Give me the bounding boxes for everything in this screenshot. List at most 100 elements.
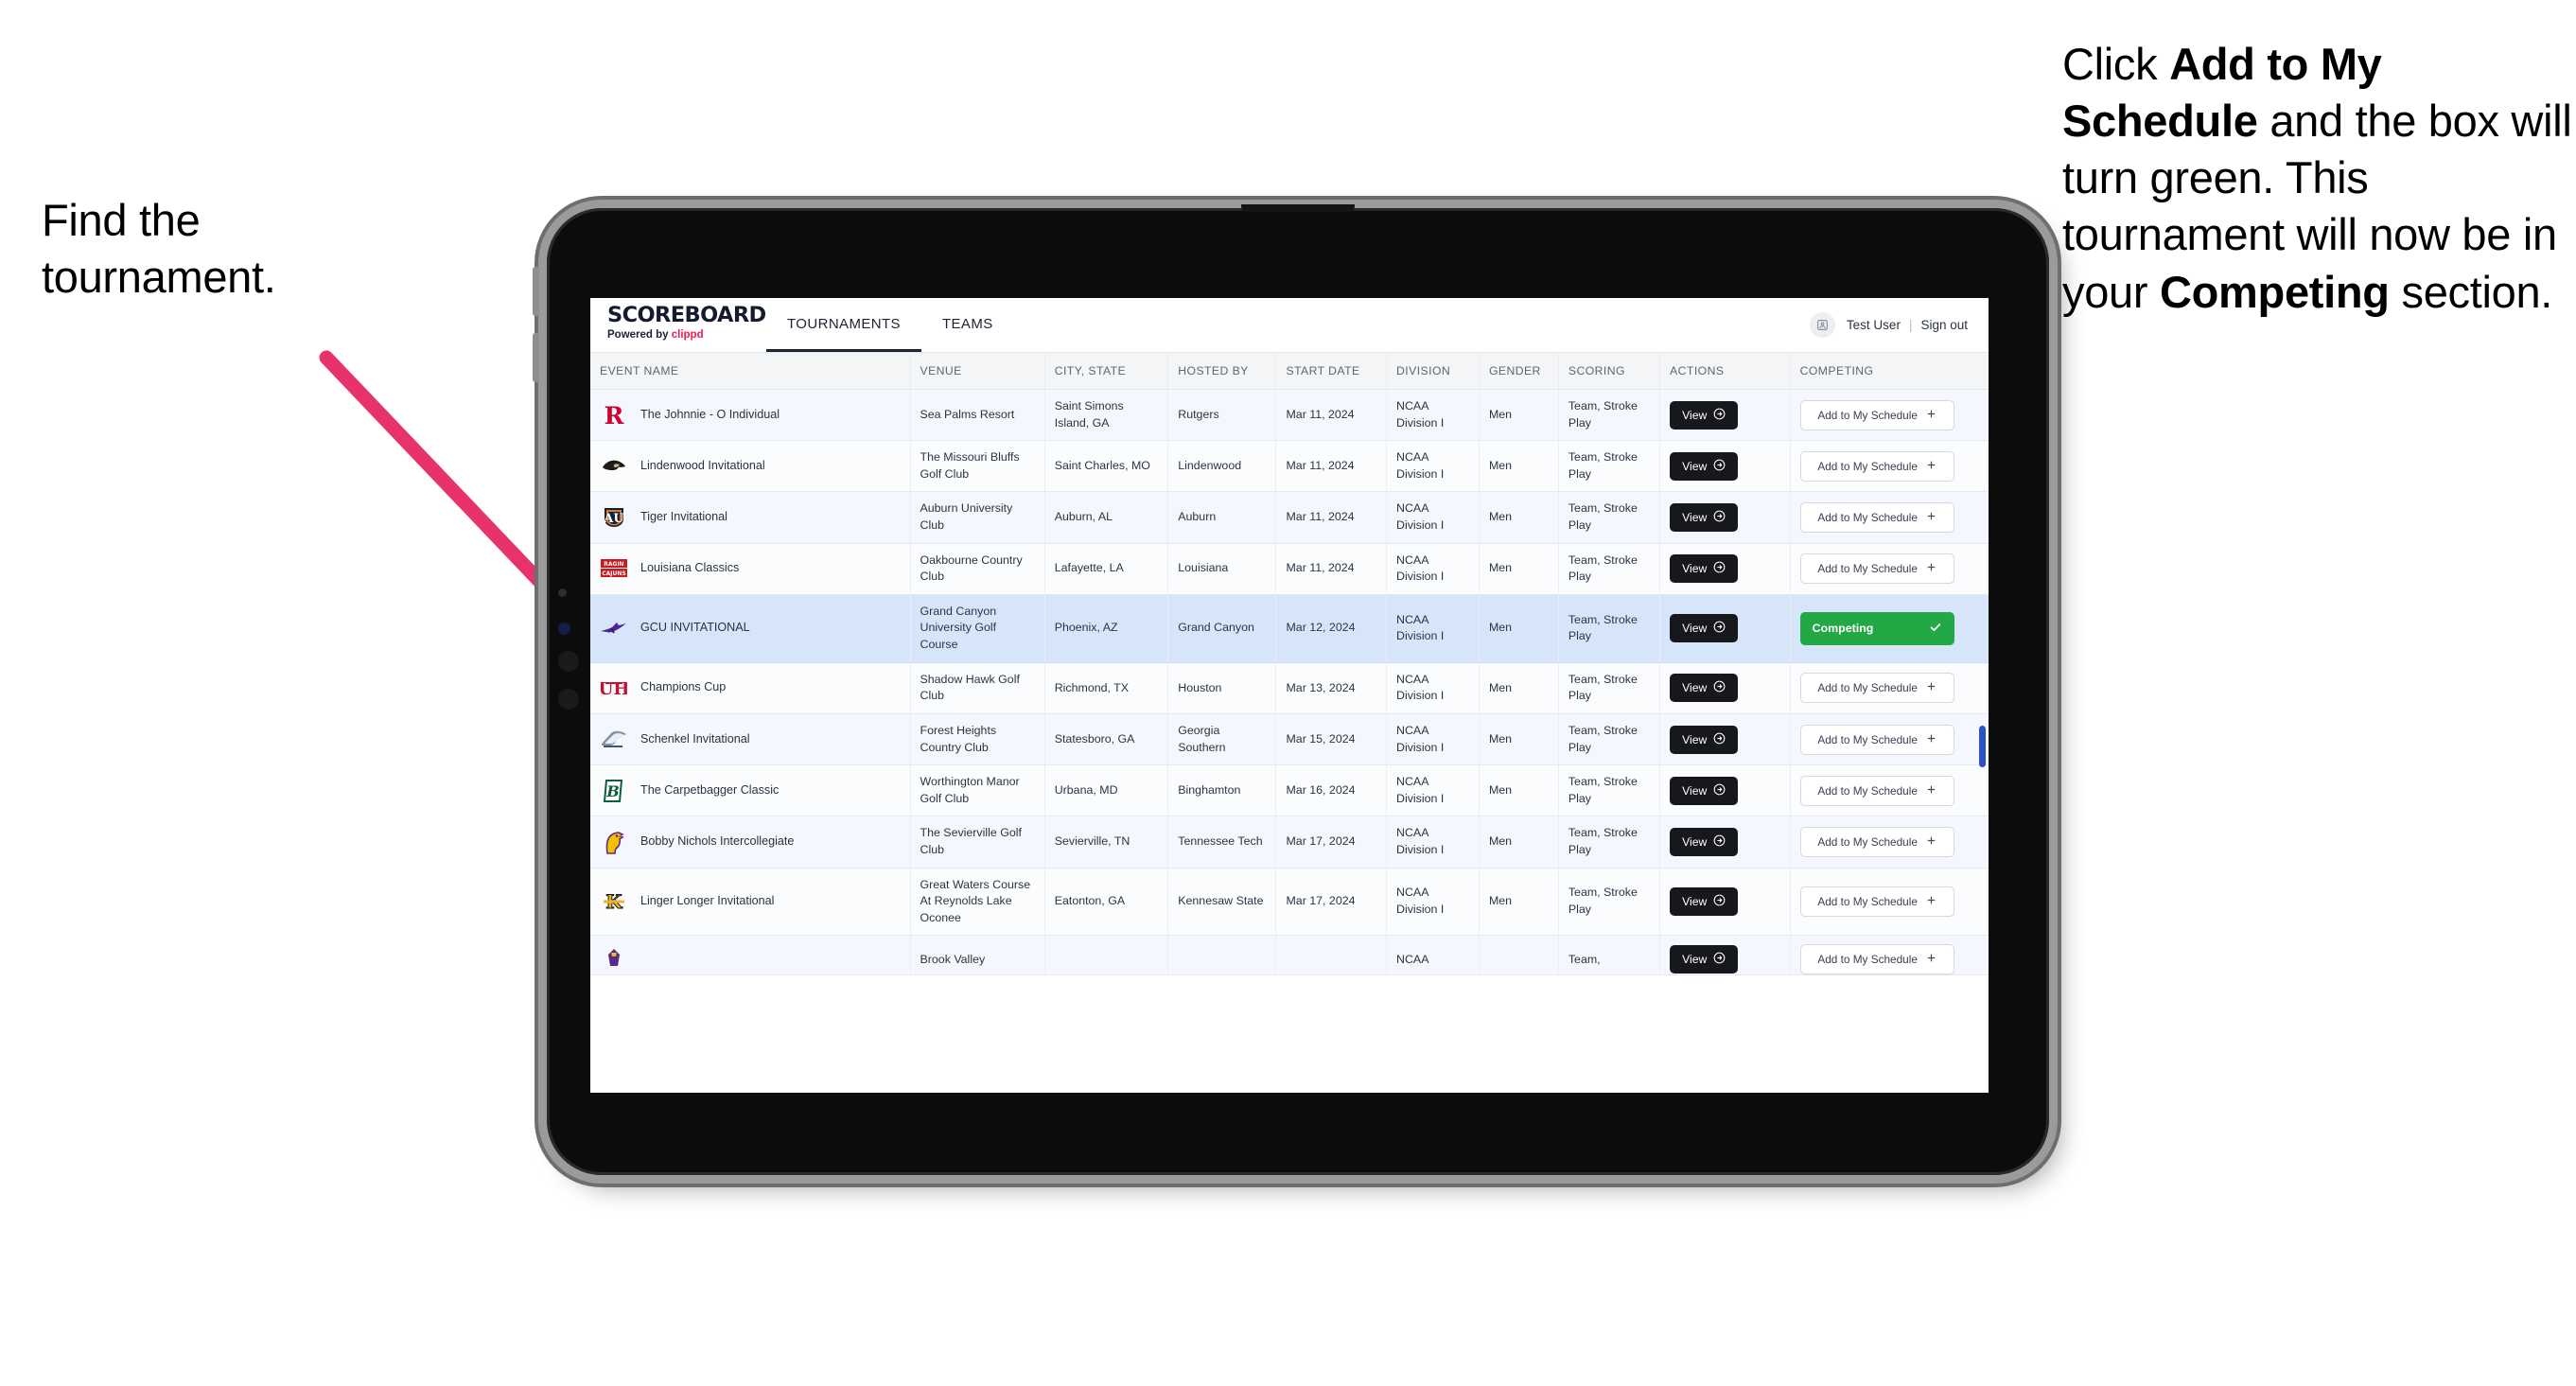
brand-subtitle: Powered by clippd	[607, 329, 766, 341]
sign-out-link[interactable]: Sign out	[1920, 318, 1968, 332]
cell-event-name: RAGIN CAJUNS Louisiana Classics	[590, 543, 911, 595]
view-button-label: View	[1682, 953, 1708, 967]
view-button[interactable]: View	[1670, 554, 1739, 584]
cell-gender: Men	[1479, 713, 1559, 766]
cell-actions: View	[1659, 491, 1791, 544]
table-row[interactable]: Lindenwood Invitational The Missouri Blu…	[590, 440, 1989, 493]
cell-actions: View	[1659, 662, 1791, 714]
cell-scoring: Team, Stroke Play	[1558, 440, 1661, 493]
add-to-my-schedule-button[interactable]: Add to My Schedule	[1799, 502, 1954, 534]
add-to-my-schedule-button[interactable]: Add to My Schedule	[1799, 673, 1954, 704]
add-to-my-schedule-button[interactable]: Add to My Schedule	[1799, 886, 1954, 917]
table-row[interactable]: AU Tiger Invitational Auburn University …	[590, 491, 1989, 544]
brand-logo[interactable]: SCOREBOARD Powered by clippd	[590, 298, 766, 352]
plus-icon	[1926, 460, 1936, 473]
sensor-dot-icon	[558, 588, 567, 597]
cell-event-name: Bobby Nichols Intercollegiate	[590, 816, 911, 868]
rutgers-logo: R	[600, 401, 628, 430]
table-row[interactable]: RAGIN CAJUNS Louisiana Classics Oakbourne…	[590, 543, 1989, 595]
table-row[interactable]: GCU INVITATIONAL Grand Canyon University…	[590, 594, 1989, 663]
tab-tournaments[interactable]: TOURNAMENTS	[766, 298, 921, 352]
view-button[interactable]: View	[1670, 614, 1739, 643]
view-button[interactable]: View	[1670, 827, 1739, 856]
user-name: Test User	[1846, 318, 1901, 332]
column-header-scoring[interactable]: SCORING	[1558, 353, 1661, 390]
column-header-hosted-by[interactable]: HOSTED BY	[1167, 353, 1277, 390]
speaker-hole-icon	[558, 651, 579, 672]
plus-icon	[1926, 784, 1936, 798]
view-button[interactable]: View	[1670, 674, 1739, 703]
annotation-right-seg1: Click	[2062, 39, 2170, 89]
event-name-label: GCU INVITATIONAL	[640, 621, 750, 635]
add-to-my-schedule-label: Add to My Schedule	[1817, 408, 1918, 422]
arrow-circle-right-icon	[1713, 561, 1726, 576]
cell-start-date: Mar 17, 2024	[1275, 816, 1388, 868]
tab-teams[interactable]: TEAMS	[921, 298, 1014, 352]
cell-start-date: Mar 16, 2024	[1275, 764, 1388, 817]
column-header-city-state[interactable]: CITY, STATE	[1044, 353, 1169, 390]
view-button[interactable]: View	[1670, 776, 1739, 805]
vertical-scrollbar[interactable]	[1979, 726, 1986, 767]
view-button[interactable]: View	[1670, 725, 1739, 754]
event-name-label: The Johnnie - O Individual	[640, 407, 780, 421]
view-button[interactable]: View	[1670, 886, 1739, 916]
column-header-division[interactable]: DIVISION	[1386, 353, 1480, 390]
column-header-event-name[interactable]: EVENT NAME	[590, 353, 911, 390]
column-header-actions[interactable]: ACTIONS	[1659, 353, 1791, 390]
add-to-my-schedule-button[interactable]: Add to My Schedule	[1799, 724, 1954, 755]
cell-venue: Brook Valley	[910, 935, 1045, 976]
cell-hosted-by: Rutgers	[1167, 389, 1277, 442]
cell-venue: Grand Canyon University Golf Course	[910, 594, 1045, 663]
add-to-my-schedule-label: Add to My Schedule	[1817, 783, 1918, 798]
table-row[interactable]: Schenkel Invitational Forest Heights Cou…	[590, 713, 1989, 766]
view-button-label: View	[1682, 681, 1708, 695]
cell-venue: Auburn University Club	[910, 491, 1045, 544]
add-to-my-schedule-button[interactable]: Add to My Schedule	[1799, 553, 1954, 585]
camera-lens-icon	[558, 623, 570, 635]
cell-hosted-by: Kennesaw State	[1167, 868, 1277, 937]
svg-text:RAGIN: RAGIN	[604, 561, 623, 568]
add-to-my-schedule-button[interactable]: Add to My Schedule	[1799, 450, 1954, 482]
column-header-start-date[interactable]: START DATE	[1275, 353, 1388, 390]
event-name-label: The Carpetbagger Classic	[640, 782, 780, 797]
cell-event-name: B The Carpetbagger Classic	[590, 764, 911, 817]
cell-division: NCAA Division I	[1386, 764, 1480, 817]
table-row[interactable]: UH Champions Cup Shadow Hawk Golf Club R…	[590, 662, 1989, 714]
add-to-my-schedule-button[interactable]: Add to My Schedule	[1799, 944, 1954, 974]
add-to-my-schedule-button[interactable]: Add to My Schedule	[1799, 826, 1954, 857]
table-row[interactable]: R The Johnnie - O Individual Sea Palms R…	[590, 389, 1989, 442]
arrow-circle-right-icon	[1713, 732, 1726, 747]
page-root: Find the tournament. Click Add to My Sch…	[0, 0, 2576, 1386]
add-to-my-schedule-button[interactable]: Add to My Schedule	[1799, 399, 1954, 430]
cell-competing: Add to My Schedule	[1790, 713, 1989, 766]
add-to-my-schedule-button[interactable]: Add to My Schedule	[1799, 775, 1954, 806]
header-user-area: Test User | Sign out	[1809, 298, 1989, 352]
user-avatar-icon[interactable]	[1809, 312, 1835, 338]
column-header-competing[interactable]: COMPETING	[1790, 353, 1989, 390]
view-button[interactable]: View	[1670, 503, 1739, 533]
table-row[interactable]: K Linger Longer Invitational Great Water…	[590, 868, 1989, 937]
column-header-gender[interactable]: GENDER	[1479, 353, 1559, 390]
column-header-venue[interactable]: VENUE	[910, 353, 1045, 390]
annotation-right: Click Add to My Schedule and the box wil…	[2062, 36, 2576, 321]
cell-division: NCAA Division I	[1386, 491, 1480, 544]
cell-venue: Oakbourne Country Club	[910, 543, 1045, 595]
view-button[interactable]: View	[1670, 945, 1739, 974]
competing-button[interactable]: Competing	[1799, 611, 1954, 645]
cell-city-state: Urbana, MD	[1044, 764, 1169, 817]
cell-event-name	[590, 935, 911, 976]
cell-actions: View	[1659, 543, 1791, 595]
nav-tabs: TOURNAMENTS TEAMS	[766, 298, 1014, 352]
cell-city-state: Saint Simons Island, GA	[1044, 389, 1169, 442]
add-to-my-schedule-label: Add to My Schedule	[1817, 681, 1918, 695]
view-button[interactable]: View	[1670, 451, 1739, 481]
view-button[interactable]: View	[1670, 400, 1739, 430]
table-row[interactable]: Brook Valley NCAA Team, View Add to My S…	[590, 935, 1989, 976]
volume-down-button[interactable]	[533, 333, 539, 382]
cell-event-name: UH Champions Cup	[590, 662, 911, 714]
event-name-label: Champions Cup	[640, 680, 727, 694]
cell-hosted-by: Lindenwood	[1167, 440, 1277, 493]
table-row[interactable]: B The Carpetbagger Classic Worthington M…	[590, 764, 1989, 817]
table-row[interactable]: Bobby Nichols Intercollegiate The Sevier…	[590, 816, 1989, 868]
volume-up-button[interactable]	[533, 267, 539, 316]
